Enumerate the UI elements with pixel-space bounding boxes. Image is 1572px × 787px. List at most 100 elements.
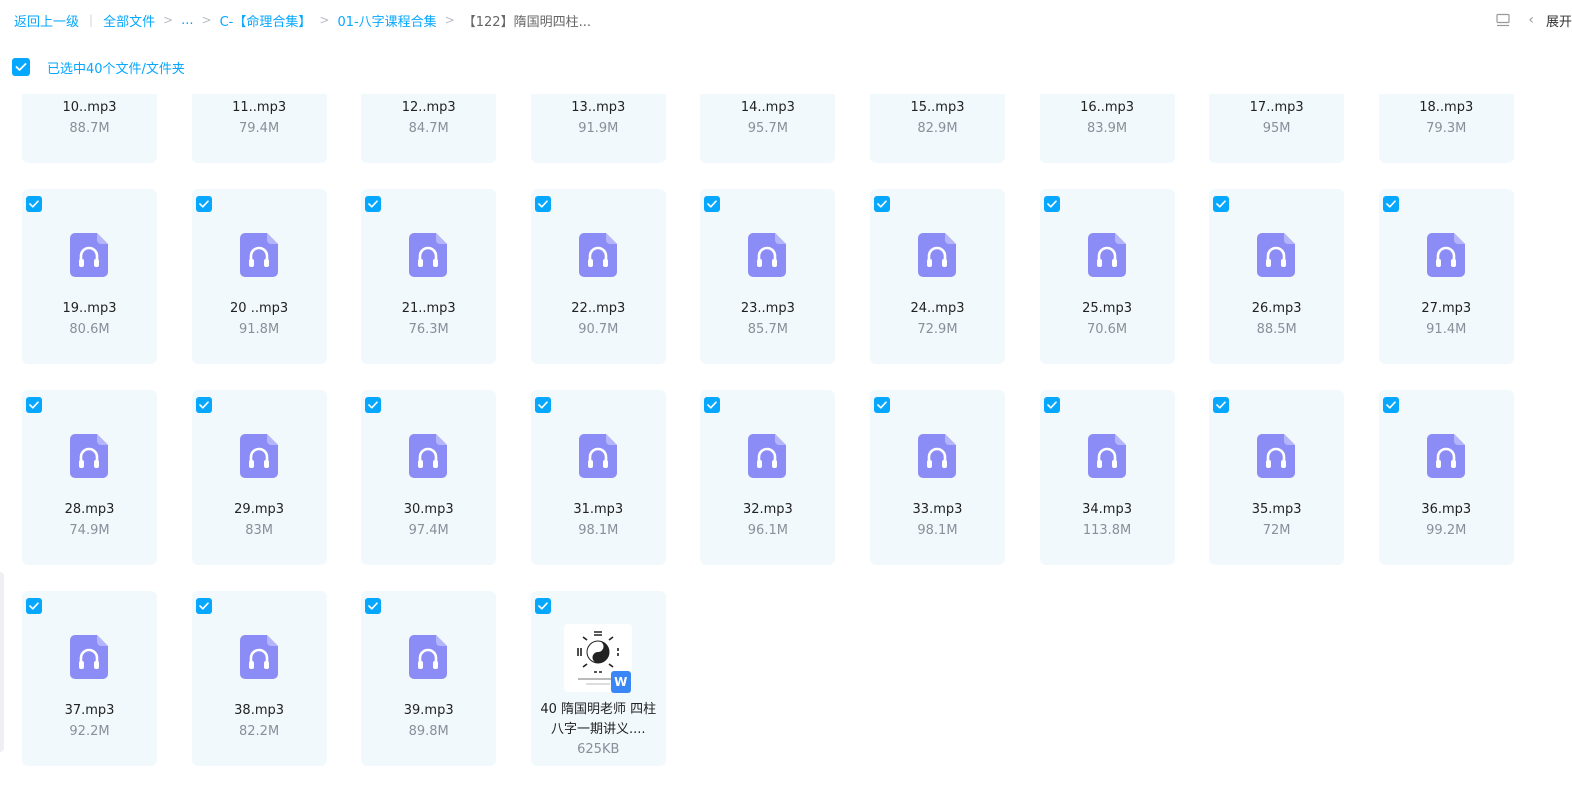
file-size: 92.2M: [69, 724, 110, 739]
file-checkbox[interactable]: [26, 196, 42, 212]
file-name: 23..mp3: [740, 301, 795, 316]
file-card[interactable]: 18..mp3 79.3M: [1378, 94, 1514, 163]
breadcrumb-level1[interactable]: C-【命理合集】: [220, 11, 312, 30]
file-checkbox[interactable]: [365, 397, 382, 413]
expand-button[interactable]: 展开: [1546, 11, 1572, 30]
file-card[interactable]: 23..mp3 85.7M: [700, 189, 836, 364]
file-size: 96.1M: [747, 523, 788, 538]
file-size: 80.6M: [69, 322, 110, 337]
file-card[interactable]: 32.mp3 96.1M: [700, 390, 836, 565]
file-card[interactable]: 33.mp3 98.1M: [869, 390, 1005, 565]
file-card[interactable]: 20 ..mp3 91.8M: [191, 189, 327, 364]
file-name: 14..mp3: [740, 100, 795, 115]
file-checkbox[interactable]: [704, 196, 721, 212]
file-size: 82.9M: [917, 121, 958, 136]
file-card[interactable]: 28.mp3 74.9M: [22, 390, 157, 565]
chevron-left-icon[interactable]: ‹: [1528, 12, 1534, 28]
file-checkbox[interactable]: [873, 196, 890, 212]
file-card[interactable]: 13..mp3 91.9M: [530, 94, 666, 163]
file-name: 31.mp3: [573, 502, 624, 517]
file-checkbox[interactable]: [1043, 397, 1060, 413]
file-card[interactable]: 31.mp3 98.1M: [530, 390, 666, 565]
file-checkbox[interactable]: [1213, 397, 1230, 413]
file-card[interactable]: 15..mp3 82.9M: [869, 94, 1005, 163]
breadcrumb: 返回上一级 | 全部文件 > ... > C-【命理合集】 > 01-八字课程合…: [14, 10, 591, 30]
file-checkbox[interactable]: [1213, 196, 1230, 212]
audio-file-icon: [917, 233, 956, 277]
file-browser: 返回上一级 | 全部文件 > ... > C-【命理合集】 > 01-八字课程合…: [0, 0, 1572, 787]
file-checkbox[interactable]: [1382, 196, 1399, 212]
file-card[interactable]: 22..mp3 90.7M: [530, 189, 666, 364]
file-checkbox[interactable]: [704, 397, 721, 413]
file-name: 26.mp3: [1251, 301, 1302, 316]
file-card[interactable]: 29.mp3 83M: [191, 390, 327, 565]
audio-file-icon: [578, 434, 617, 478]
file-checkbox[interactable]: [534, 598, 551, 614]
file-card[interactable]: 26.mp3 88.5M: [1209, 189, 1345, 364]
audio-file-icon: [1257, 434, 1296, 478]
audio-file-icon: [409, 233, 448, 277]
list-view-icon[interactable]: [1496, 13, 1510, 27]
breadcrumb-root[interactable]: 全部文件: [103, 11, 155, 30]
audio-file-icon: [917, 434, 956, 478]
file-checkbox[interactable]: [534, 397, 551, 413]
file-card[interactable]: 27.mp3 91.4M: [1378, 189, 1514, 364]
file-card[interactable]: 17..mp3 95M: [1209, 94, 1345, 163]
file-checkbox[interactable]: [365, 598, 382, 614]
file-card[interactable]: 36.mp3 99.2M: [1378, 390, 1514, 565]
file-checkbox[interactable]: [195, 196, 212, 212]
file-checkbox[interactable]: [195, 598, 212, 614]
file-size: 97.4M: [408, 523, 449, 538]
select-all-checkbox[interactable]: [12, 58, 30, 76]
audio-file-icon: [70, 635, 108, 679]
file-card[interactable]: 11..mp3 79.4M: [191, 94, 327, 163]
sidebar-edge: [0, 572, 4, 752]
file-checkbox[interactable]: [195, 397, 212, 413]
file-card[interactable]: 16..mp3 83.9M: [1039, 94, 1175, 163]
file-checkbox[interactable]: [1382, 397, 1399, 413]
file-grid: 10..mp3 88.7M 11..mp3 79.4M 12..mp3 84.7…: [22, 94, 1514, 766]
file-name: 18..mp3: [1419, 100, 1474, 115]
file-name: 24..mp3: [910, 301, 965, 316]
file-card[interactable]: 30.mp3 97.4M: [361, 390, 497, 565]
file-card[interactable]: 37.mp3 92.2M: [22, 591, 157, 766]
file-card[interactable]: 19..mp3 80.6M: [22, 189, 157, 364]
file-card[interactable]: 12..mp3 84.7M: [361, 94, 497, 163]
file-name: 15..mp3: [910, 100, 965, 115]
file-card[interactable]: 39.mp3 89.8M: [361, 591, 497, 766]
file-checkbox[interactable]: [534, 196, 551, 212]
file-size: 113.8M: [1082, 523, 1132, 538]
file-card[interactable]: 14..mp3 95.7M: [700, 94, 836, 163]
file-size: 90.7M: [578, 322, 619, 337]
file-card[interactable]: 10..mp3 88.7M: [22, 94, 157, 163]
file-name: 38.mp3: [234, 703, 285, 718]
file-name: 10..mp3: [62, 100, 117, 115]
audio-file-icon: [748, 434, 787, 478]
file-checkbox[interactable]: [365, 196, 382, 212]
file-card[interactable]: 34.mp3 113.8M: [1039, 390, 1175, 565]
file-checkbox[interactable]: [873, 397, 890, 413]
file-card[interactable]: W 40 隋国明老师 四柱八字一期讲义.... 625KB: [530, 591, 666, 766]
file-grid-viewport[interactable]: 10..mp3 88.7M 11..mp3 79.4M 12..mp3 84.7…: [0, 94, 1572, 787]
file-name: 12..mp3: [401, 100, 456, 115]
file-card[interactable]: 25.mp3 70.6M: [1039, 189, 1175, 364]
file-card[interactable]: 35.mp3 72M: [1209, 390, 1345, 565]
audio-file-icon: [1426, 434, 1465, 478]
breadcrumb-ellipsis[interactable]: ...: [181, 13, 193, 28]
file-card[interactable]: 24..mp3 72.9M: [869, 189, 1005, 364]
file-checkbox[interactable]: [26, 598, 42, 614]
file-size: 79.4M: [239, 121, 280, 136]
file-checkbox[interactable]: [26, 397, 42, 413]
file-size: 98.1M: [578, 523, 619, 538]
file-size: 83M: [245, 523, 273, 538]
breadcrumb-separator: >: [163, 13, 174, 27]
file-name: 19..mp3: [62, 301, 117, 316]
file-size: 83.9M: [1086, 121, 1128, 136]
file-card[interactable]: 38.mp3 82.2M: [191, 591, 327, 766]
file-card[interactable]: 21..mp3 76.3M: [361, 189, 497, 364]
file-name: 36.mp3: [1421, 502, 1472, 517]
file-checkbox[interactable]: [1043, 196, 1060, 212]
breadcrumb-level2[interactable]: 01-八字课程合集: [337, 11, 436, 30]
file-name: 40 隋国明老师 四柱八字一期讲义....: [540, 702, 657, 737]
back-link[interactable]: 返回上一级: [14, 11, 79, 30]
